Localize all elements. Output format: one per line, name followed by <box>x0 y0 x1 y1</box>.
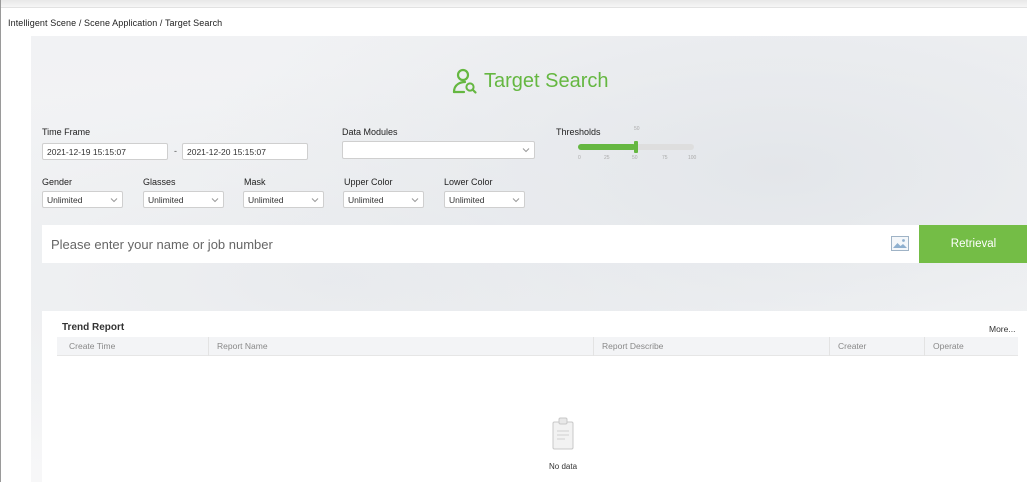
threshold-tick: 50 <box>632 155 638 161</box>
upper-color-label: Upper Color <box>344 177 393 187</box>
threshold-slider-fill <box>578 144 636 150</box>
column-header[interactable]: Report Name <box>208 337 593 356</box>
user-search-icon <box>452 68 477 94</box>
threshold-tick: 100 <box>688 155 697 161</box>
page-header: Target Search <box>450 64 609 98</box>
gender-value: Unlimited <box>47 194 83 205</box>
top-strip <box>1 0 1027 8</box>
mask-select[interactable]: Unlimited <box>243 191 324 208</box>
threshold-tick: 75 <box>662 155 668 161</box>
lower-color-select[interactable]: Unlimited <box>444 191 525 208</box>
search-placeholder: Please enter your name or job number <box>51 237 273 252</box>
report-title: Trend Report <box>62 322 125 333</box>
threshold-tick: 25 <box>604 155 610 161</box>
search-input[interactable]: Please enter your name or job number <box>42 225 920 263</box>
chevron-down-icon <box>522 148 530 153</box>
column-header[interactable]: Operate <box>924 337 1018 356</box>
data-modules-label: Data Modules <box>342 127 398 137</box>
chevron-down-icon <box>512 197 520 202</box>
retrieval-button[interactable]: Retrieval <box>919 225 1027 263</box>
glasses-value: Unlimited <box>148 194 184 205</box>
column-header[interactable]: Create Time <box>57 337 208 356</box>
column-header[interactable]: Report Describe <box>593 337 829 356</box>
chevron-down-icon <box>211 197 219 202</box>
time-end-input[interactable]: 2021-12-20 15:15:07 <box>182 143 308 160</box>
time-end-value: 2021-12-20 15:15:07 <box>187 146 266 157</box>
upper-color-value: Unlimited <box>348 194 384 205</box>
column-header[interactable]: Creater <box>829 337 924 356</box>
image-icon[interactable] <box>891 236 909 251</box>
lower-color-label: Lower Color <box>444 177 493 187</box>
gender-label: Gender <box>42 177 73 187</box>
trend-report-panel: Trend Report More... Create Time Report … <box>42 311 1027 482</box>
upper-color-select[interactable]: Unlimited <box>343 191 424 208</box>
lower-color-value: Unlimited <box>449 194 485 205</box>
threshold-slider[interactable] <box>578 141 694 153</box>
chevron-down-icon <box>110 197 118 202</box>
threshold-current-value: 50 <box>634 126 640 132</box>
threshold-tick: 0 <box>578 155 581 161</box>
threshold-slider-handle[interactable] <box>634 141 638 153</box>
glasses-label: Glasses <box>143 177 176 187</box>
chevron-down-icon <box>311 197 319 202</box>
mask-value: Unlimited <box>248 194 284 205</box>
page-title: Target Search <box>484 69 609 92</box>
data-modules-select[interactable] <box>342 141 535 159</box>
more-link[interactable]: More... <box>989 324 1015 334</box>
glasses-select[interactable]: Unlimited <box>143 191 224 208</box>
table-header: Create Time Report Name Report Describe … <box>57 337 1018 356</box>
time-frame-label: Time Frame <box>42 127 91 137</box>
app-frame: Intelligent Scene / Scene Application / … <box>0 0 1027 482</box>
clipboard-icon <box>552 417 574 450</box>
chevron-down-icon <box>411 197 419 202</box>
thresholds-label: Thresholds <box>556 127 601 137</box>
breadcrumb: Intelligent Scene / Scene Application / … <box>8 18 223 28</box>
time-separator: - <box>174 146 177 156</box>
mask-label: Mask <box>244 177 266 187</box>
time-start-input[interactable]: 2021-12-19 15:15:07 <box>42 143 168 160</box>
empty-state-text: No data <box>549 462 578 471</box>
time-start-value: 2021-12-19 15:15:07 <box>47 146 126 157</box>
gender-select[interactable]: Unlimited <box>42 191 123 208</box>
